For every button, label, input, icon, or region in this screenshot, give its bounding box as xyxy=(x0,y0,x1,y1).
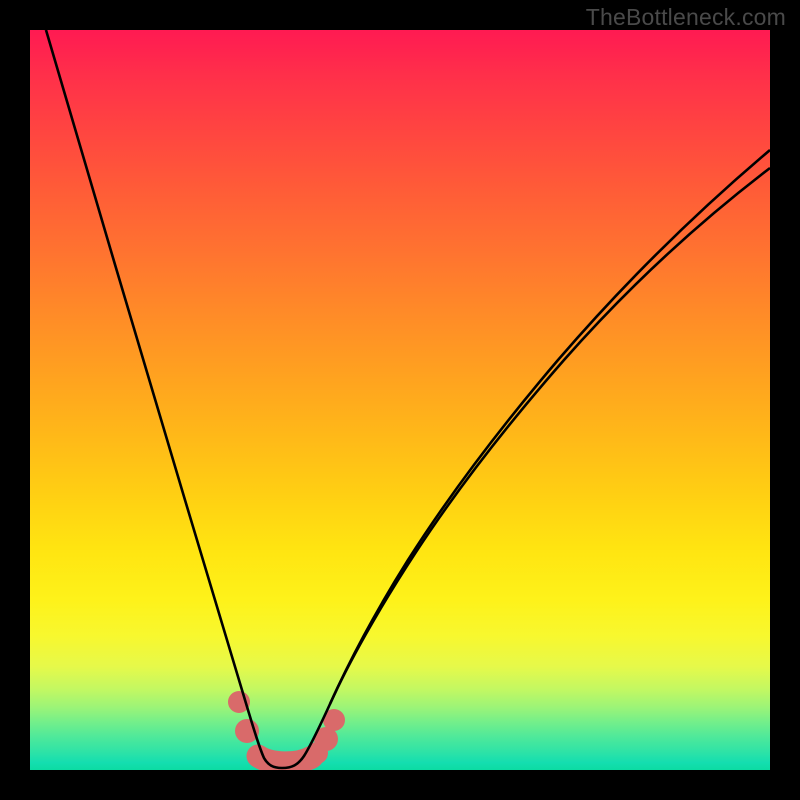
bottleneck-curve-right-tail xyxy=(330,168,770,704)
plot-area xyxy=(30,30,770,770)
chart-frame: TheBottleneck.com xyxy=(0,0,800,800)
curve-layer xyxy=(30,30,770,770)
watermark-text: TheBottleneck.com xyxy=(586,4,786,31)
bottleneck-curve xyxy=(46,30,770,768)
